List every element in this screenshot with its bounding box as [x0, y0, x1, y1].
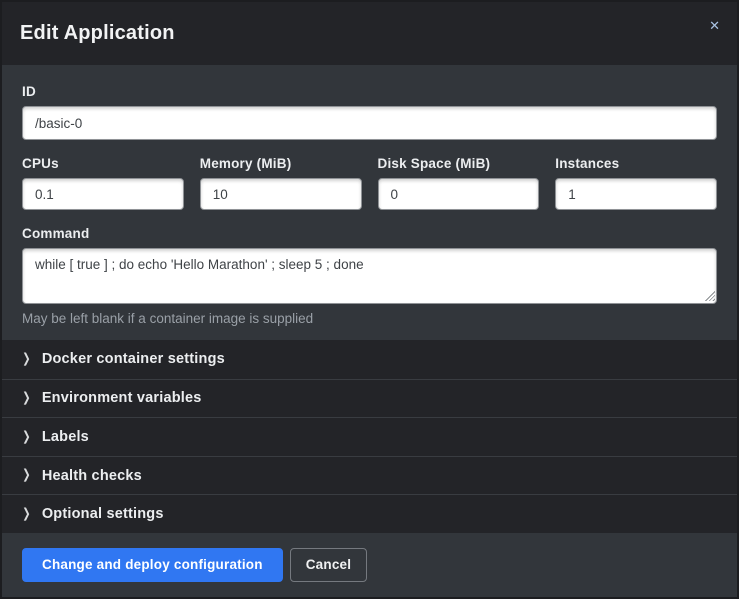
section-docker-container-settings[interactable]: ❯ Docker container settings [2, 340, 737, 379]
modal-header: Edit Application ✕ [2, 2, 737, 65]
collapsible-sections: ❯ Docker container settings ❯ Environmen… [2, 340, 737, 533]
modal-title: Edit Application [20, 22, 175, 45]
command-label: Command [22, 226, 717, 241]
chevron-right-icon: ❯ [22, 508, 30, 521]
cpus-input[interactable] [22, 178, 184, 210]
edit-application-modal: Edit Application ✕ ID CPUs Memory (MiB) … [0, 0, 739, 599]
disk-space-label: Disk Space (MiB) [378, 156, 540, 171]
instances-form-group: Instances [555, 156, 717, 210]
resize-grip-icon[interactable] [705, 291, 715, 301]
command-form-group: Command while [ true ] ; do echo 'Hello … [22, 226, 717, 326]
cpus-label: CPUs [22, 156, 184, 171]
instances-label: Instances [555, 156, 717, 171]
command-help-text: May be left blank if a container image i… [22, 311, 717, 326]
instances-input[interactable] [555, 178, 717, 210]
id-label: ID [22, 84, 717, 99]
modal-footer: Change and deploy configuration Cancel [2, 533, 737, 597]
cancel-button[interactable]: Cancel [290, 548, 367, 582]
command-textarea[interactable]: while [ true ] ; do echo 'Hello Marathon… [22, 248, 717, 304]
application-form: ID CPUs Memory (MiB) Disk Space (MiB) In… [2, 65, 737, 340]
memory-label: Memory (MiB) [200, 156, 362, 171]
section-label: Environment variables [42, 390, 202, 406]
disk-space-input[interactable] [378, 178, 540, 210]
chevron-right-icon: ❯ [22, 353, 30, 366]
section-labels[interactable]: ❯ Labels [2, 417, 737, 456]
section-environment-variables[interactable]: ❯ Environment variables [2, 379, 737, 418]
cpus-form-group: CPUs [22, 156, 184, 210]
section-label: Docker container settings [42, 351, 225, 367]
memory-input[interactable] [200, 178, 362, 210]
resource-fields-row: CPUs Memory (MiB) Disk Space (MiB) Insta… [22, 156, 717, 210]
id-form-group: ID [22, 84, 717, 140]
chevron-right-icon: ❯ [22, 392, 30, 405]
section-health-checks[interactable]: ❯ Health checks [2, 456, 737, 495]
change-and-deploy-button[interactable]: Change and deploy configuration [22, 548, 283, 582]
chevron-right-icon: ❯ [22, 430, 30, 443]
section-optional-settings[interactable]: ❯ Optional settings [2, 494, 737, 533]
disk-space-form-group: Disk Space (MiB) [378, 156, 540, 210]
command-textarea-wrap: while [ true ] ; do echo 'Hello Marathon… [22, 248, 717, 304]
section-label: Labels [42, 429, 89, 445]
chevron-right-icon: ❯ [22, 469, 30, 482]
close-icon[interactable]: ✕ [709, 19, 720, 32]
section-label: Optional settings [42, 506, 164, 522]
id-input[interactable] [22, 106, 717, 140]
memory-form-group: Memory (MiB) [200, 156, 362, 210]
section-label: Health checks [42, 468, 142, 484]
